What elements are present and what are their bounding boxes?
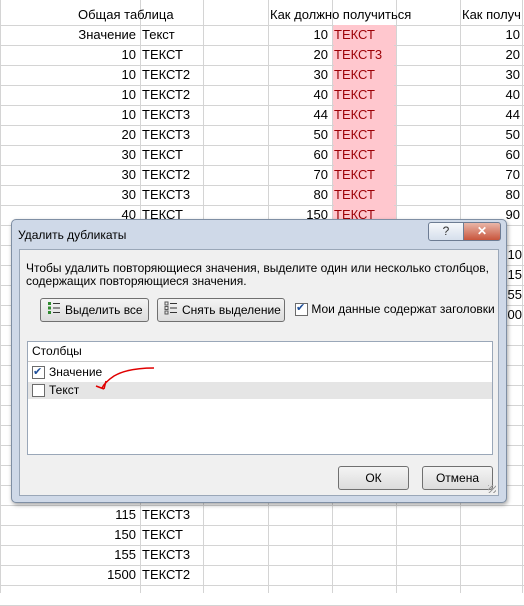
columns-list-header: Столбцы xyxy=(28,342,492,362)
cell-value[interactable]: 115 xyxy=(60,505,136,525)
dialog-title: Удалить дубликаты xyxy=(18,228,127,242)
cell-text[interactable]: ТЕКСТ2 xyxy=(142,565,202,585)
cell-value[interactable]: 30 xyxy=(60,145,136,165)
cell-value[interactable]: 44 xyxy=(270,105,328,125)
cell-text[interactable]: ТЕКСТ xyxy=(334,65,394,85)
cell-value[interactable]: 50 xyxy=(462,125,520,145)
cell-value[interactable]: 40 xyxy=(270,85,328,105)
cell-value[interactable]: 80 xyxy=(462,185,520,205)
cell-value[interactable]: 70 xyxy=(270,165,328,185)
cell-text[interactable]: ТЕКСТ3 xyxy=(142,545,202,565)
cell-text[interactable]: ТЕКСТ xyxy=(142,45,202,65)
header-actual[interactable]: Как получ xyxy=(462,5,524,25)
column-label: Текст xyxy=(49,383,80,397)
grid-line xyxy=(0,585,524,586)
cell-value[interactable]: 70 xyxy=(462,165,520,185)
cell-text[interactable]: ТЕКСТ3 xyxy=(142,105,202,125)
deselect-all-button[interactable]: Снять выделение xyxy=(157,298,285,322)
cell-value[interactable]: 10 xyxy=(270,25,328,45)
headers-checkbox[interactable] xyxy=(295,301,308,317)
cell-value[interactable]: Значение xyxy=(60,25,136,45)
cancel-button[interactable]: Отмена xyxy=(422,466,493,490)
cell-value[interactable]: 10 xyxy=(60,45,136,65)
cell-text[interactable]: ТЕКСТ2 xyxy=(142,165,202,185)
cell-value[interactable]: 1500 xyxy=(60,565,136,585)
ok-button[interactable]: ОК xyxy=(338,466,409,490)
cell-text[interactable]: ТЕКСТ3 xyxy=(142,185,202,205)
cell-value[interactable]: 20 xyxy=(60,125,136,145)
headers-checkbox-row[interactable]: Мои данные содержат заголовки xyxy=(295,301,495,317)
cell-value[interactable]: 40 xyxy=(462,85,520,105)
select-all-icon xyxy=(47,300,61,322)
cell-text[interactable]: Текст xyxy=(142,25,202,45)
select-all-label: Выделить все xyxy=(65,303,143,317)
close-button[interactable]: ✕ xyxy=(463,222,501,241)
cell-text[interactable]: ТЕКСТ xyxy=(334,145,394,165)
columns-header-label: Столбцы xyxy=(32,344,82,358)
cell-text[interactable]: ТЕКСТ3 xyxy=(142,125,202,145)
cell-value[interactable]: 30 xyxy=(270,65,328,85)
cell-text[interactable]: ТЕКСТ2 xyxy=(142,85,202,105)
columns-list[interactable]: Столбцы Значение Текст xyxy=(27,341,493,455)
cell-value[interactable]: 10 xyxy=(462,25,520,45)
cell-value[interactable]: 60 xyxy=(462,145,520,165)
dialog-description: Чтобы удалить повторяющиеся значения, вы… xyxy=(26,261,490,288)
help-button[interactable]: ? xyxy=(428,222,464,241)
cell-value[interactable]: 10 xyxy=(60,85,136,105)
cell-text[interactable]: ТЕКСТ xyxy=(334,125,394,145)
cell-value[interactable]: 30 xyxy=(60,185,136,205)
cell-text[interactable]: ТЕКСТ xyxy=(142,525,202,545)
cell-text[interactable]: ТЕКСТ xyxy=(334,185,394,205)
cell-value[interactable]: 10 xyxy=(60,65,136,85)
cell-text[interactable]: ТЕКСТ3 xyxy=(142,505,202,525)
column-checkbox-text[interactable] xyxy=(32,384,45,398)
cell-value[interactable]: 10 xyxy=(60,105,136,125)
remove-duplicates-dialog: Удалить дубликаты ? ✕ Чтобы удалить повт… xyxy=(11,219,507,503)
annotation-arrow xyxy=(95,367,155,390)
cell-value[interactable]: 50 xyxy=(270,125,328,145)
cell-value[interactable]: 150 xyxy=(60,525,136,545)
header-expected[interactable]: Как должно получиться xyxy=(270,5,460,25)
deselect-all-icon xyxy=(164,300,178,322)
dialog-titlebar[interactable]: Удалить дубликаты ? ✕ xyxy=(12,220,506,248)
cell-text[interactable]: ТЕКСТ xyxy=(142,145,202,165)
deselect-all-label: Снять выделение xyxy=(182,303,281,317)
cell-value[interactable]: 60 xyxy=(270,145,328,165)
cell-value[interactable]: 30 xyxy=(60,165,136,185)
headers-checkbox-label: Мои данные содержат заголовки xyxy=(311,302,495,316)
cell-value[interactable]: 80 xyxy=(270,185,328,205)
cell-text[interactable]: ТЕКСТ xyxy=(334,165,394,185)
cell-text[interactable]: ТЕКСТ xyxy=(334,85,394,105)
dialog-body: Чтобы удалить повторяющиеся значения, вы… xyxy=(19,249,499,496)
cell-value[interactable]: 155 xyxy=(60,545,136,565)
select-all-button[interactable]: Выделить все xyxy=(40,298,149,322)
cell-value[interactable]: 20 xyxy=(462,45,520,65)
column-checkbox-value[interactable] xyxy=(32,364,45,381)
header-general-table[interactable]: Общая таблица xyxy=(78,5,203,25)
cell-text[interactable]: ТЕКСТ xyxy=(334,105,394,125)
cell-text[interactable]: ТЕКСТ2 xyxy=(142,65,202,85)
cell-value[interactable]: 44 xyxy=(462,105,520,125)
cell-text[interactable]: ТЕКСТ3 xyxy=(334,45,394,65)
resize-grip[interactable] xyxy=(488,485,496,493)
cell-text[interactable]: ТЕКСТ xyxy=(334,25,394,45)
cell-value[interactable]: 30 xyxy=(462,65,520,85)
cell-value[interactable]: 20 xyxy=(270,45,328,65)
